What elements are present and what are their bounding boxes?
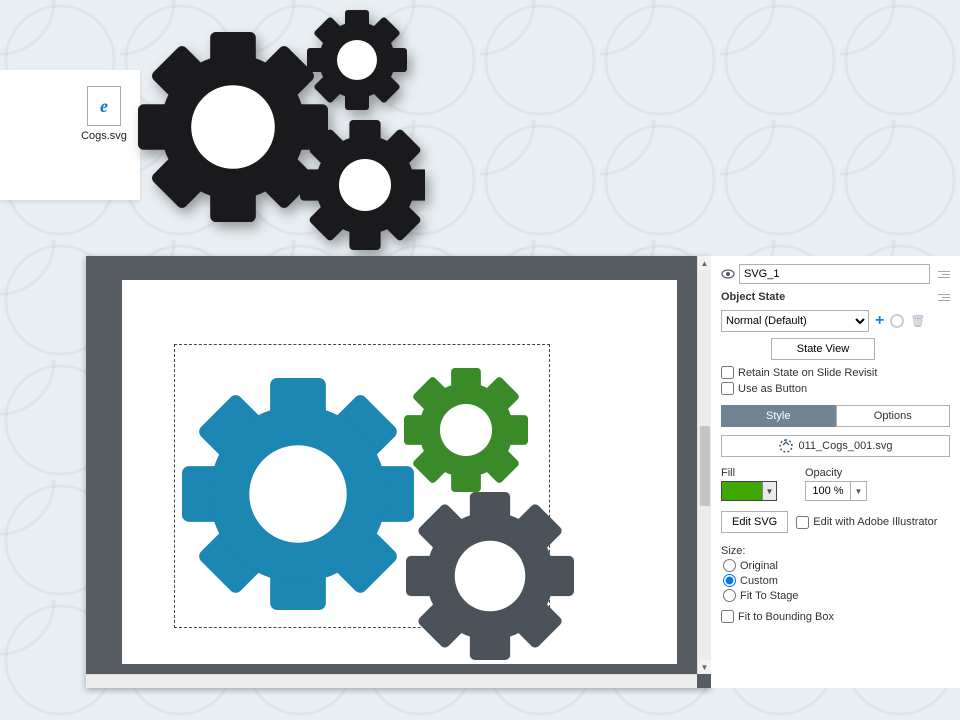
state-dropdown[interactable]: Normal (Default) (721, 310, 869, 332)
object-name-input[interactable] (739, 264, 930, 284)
scroll-up-icon[interactable]: ▲ (698, 256, 711, 270)
svg-file-icon (779, 439, 793, 453)
scroll-down-icon[interactable]: ▼ (698, 660, 711, 674)
opacity-input[interactable] (805, 481, 851, 501)
fill-dropdown-icon[interactable]: ▼ (762, 482, 776, 500)
fill-label: Fill (721, 467, 777, 479)
state-menu-icon[interactable] (936, 290, 950, 304)
tab-style[interactable]: Style (721, 405, 836, 427)
file-label: Cogs.svg (74, 130, 134, 142)
svg-filename: 011_Cogs_001.svg (799, 440, 893, 452)
size-fit-stage-radio[interactable]: Fit To Stage (723, 589, 950, 602)
cogs-illustration (135, 5, 425, 265)
stage-editor: ▲ ▼ (86, 256, 711, 688)
use-as-button-checkbox[interactable]: Use as Button (721, 382, 950, 395)
placed-svg-object[interactable] (122, 280, 677, 664)
edit-svg-button[interactable]: Edit SVG (721, 511, 788, 533)
opacity-label: Opacity (805, 467, 867, 479)
document-page-icon: e (87, 86, 121, 126)
delete-state-icon[interactable]: 🗑 (910, 314, 925, 328)
opacity-dropdown-icon[interactable]: ▼ (851, 481, 867, 501)
canvas[interactable] (122, 280, 677, 664)
properties-panel: Object State Normal (Default) + 🗑 State … (711, 256, 960, 688)
scroll-thumb[interactable] (700, 426, 710, 506)
ie-logo-icon: e (100, 96, 108, 117)
fill-color-swatch[interactable]: ▼ (721, 481, 777, 501)
object-state-heading: Object State (721, 291, 785, 303)
panel-menu-icon[interactable] (936, 267, 950, 281)
state-view-button[interactable]: State View (771, 338, 875, 360)
visibility-eye-icon[interactable] (721, 267, 735, 281)
retain-state-checkbox[interactable]: Retain State on Slide Revisit (721, 366, 950, 379)
size-custom-radio[interactable]: Custom (723, 574, 950, 587)
edit-illustrator-checkbox[interactable]: Edit with Adobe Illustrator (796, 516, 937, 529)
file-icon-svg[interactable]: e Cogs.svg (74, 86, 134, 144)
size-label: Size: (721, 545, 950, 557)
vertical-scrollbar[interactable]: ▲ ▼ (697, 256, 711, 674)
size-original-radio[interactable]: Original (723, 559, 950, 572)
fill-color-preview (722, 482, 762, 500)
svg-file-selector[interactable]: 011_Cogs_001.svg (721, 435, 950, 457)
tab-options[interactable]: Options (836, 405, 951, 427)
horizontal-scrollbar[interactable] (86, 674, 697, 688)
add-state-icon[interactable]: + (875, 312, 884, 330)
state-indicator-icon (890, 314, 904, 328)
fit-bounding-box-checkbox[interactable]: Fit to Bounding Box (721, 610, 950, 623)
